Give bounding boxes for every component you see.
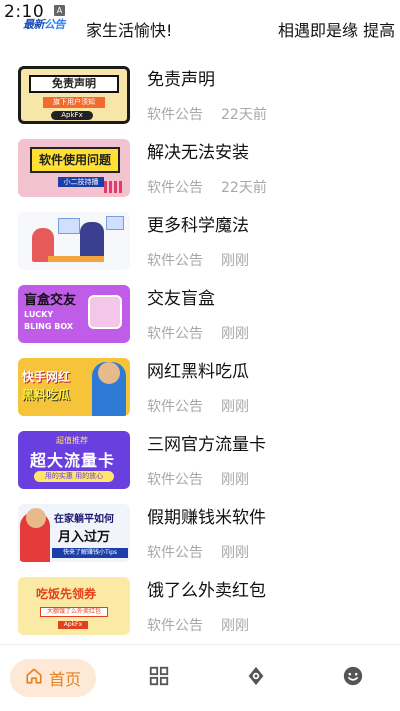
- list-item[interactable]: 盲盒交友 LUCKY BLING BOX 交友盲盒 软件公告 刚刚: [0, 279, 400, 349]
- thumb-text: 月入过万: [58, 530, 111, 545]
- thumb-text: ApkFx: [58, 621, 88, 629]
- article-category: 软件公告: [147, 253, 203, 269]
- thumb-text: 超值推荐: [56, 436, 88, 445]
- thumb-text: 黑料吃瓜: [22, 388, 71, 402]
- thumb-text: LUCKY: [24, 310, 54, 319]
- article-category: 软件公告: [147, 107, 203, 123]
- thumb-text: 快手网红: [22, 370, 71, 384]
- article-meta: 软件公告 刚刚: [147, 542, 249, 562]
- article-meta: 软件公告 刚刚: [147, 396, 249, 416]
- thumb-text: BLING BOX: [24, 322, 73, 331]
- person-illustration: [26, 508, 46, 528]
- thumb-illustration: [58, 218, 80, 234]
- list-item[interactable]: 免责声明 旗下用户须知 ApkFx 免责声明 软件公告 22天前: [0, 60, 400, 130]
- article-meta: 软件公告 刚刚: [147, 469, 249, 489]
- article-title: 免责声明: [147, 70, 215, 90]
- nav-explore[interactable]: [237, 659, 275, 697]
- thumb-text: 用的实惠 用的放心: [34, 471, 114, 482]
- thumb-text: 旗下用户须知: [43, 97, 105, 108]
- thumb-text: 超大流量卡: [30, 451, 116, 470]
- explore-icon: [245, 665, 267, 691]
- list-item[interactable]: 更多科学魔法 软件公告 刚刚: [0, 206, 400, 276]
- article-title: 三网官方流量卡: [147, 435, 266, 455]
- article-time: 刚刚: [221, 618, 249, 634]
- article-time: 刚刚: [221, 253, 249, 269]
- thumb-text: 快来了解赚钱小Tips: [52, 548, 128, 558]
- article-thumbnail: 在家躺平如何 月入过万 快来了解赚钱小Tips: [18, 504, 130, 562]
- nav-mine[interactable]: [334, 659, 372, 697]
- article-category: 软件公告: [147, 326, 203, 342]
- marquee-text-left[interactable]: 家生活愉快!: [86, 17, 172, 41]
- list-item[interactable]: 软件使用问题 小二技持播 解决无法安装 软件公告 22天前: [0, 133, 400, 203]
- nav-home-label: 首页: [48, 670, 81, 689]
- nav-category[interactable]: [140, 659, 178, 697]
- article-thumbnail: 快手网红 黑料吃瓜: [18, 358, 130, 416]
- person-illustration: [98, 362, 120, 384]
- article-category: 软件公告: [147, 545, 203, 561]
- thumb-illustration: [48, 256, 104, 262]
- grid-icon: [148, 665, 170, 691]
- article-title: 交友盲盒: [147, 289, 215, 309]
- article-time: 刚刚: [221, 326, 249, 342]
- article-meta: 软件公告 刚刚: [147, 323, 249, 343]
- thumb-text: 大额饿了么外卖红包: [40, 607, 108, 617]
- thumb-text: 吃饭先领券: [36, 587, 97, 601]
- bottom-nav: 首页: [0, 644, 400, 711]
- article-thumbnail: 免责声明 旗下用户须知 ApkFx: [18, 66, 130, 124]
- thumb-text: 免责声明: [29, 75, 119, 93]
- article-meta: 软件公告 22天前: [147, 177, 267, 197]
- top-bar: 2:10 最新公告 A 家生活愉快! 相遇即是缘 提高: [0, 0, 400, 44]
- article-thumbnail: 盲盒交友 LUCKY BLING BOX: [18, 285, 130, 343]
- notice-badge: A: [54, 5, 65, 16]
- article-time: 刚刚: [221, 472, 249, 488]
- article-category: 软件公告: [147, 180, 203, 196]
- home-icon: [25, 667, 43, 689]
- article-title: 网红黑料吃瓜: [147, 362, 249, 382]
- face-icon: [342, 665, 364, 691]
- thumb-text: ApkFx: [51, 111, 93, 120]
- list-item[interactable]: 超值推荐 超大流量卡 用的实惠 用的放心 三网官方流量卡 软件公告 刚刚: [0, 425, 400, 495]
- list-item[interactable]: 吃饭先领券 大额饿了么外卖红包 ApkFx 饿了么外卖红包 软件公告 刚刚: [0, 571, 400, 641]
- article-thumbnail: [18, 212, 130, 270]
- article-category: 软件公告: [147, 618, 203, 634]
- article-thumbnail: 软件使用问题 小二技持播: [18, 139, 130, 197]
- article-time: 刚刚: [221, 545, 249, 561]
- article-title: 更多科学魔法: [147, 216, 249, 236]
- article-time: 刚刚: [221, 399, 249, 415]
- list-item[interactable]: 快手网红 黑料吃瓜 网红黑料吃瓜 软件公告 刚刚: [0, 352, 400, 422]
- marquee-text-right[interactable]: 相遇即是缘 提高: [278, 17, 395, 41]
- notice-logo: 最新公告: [23, 16, 66, 32]
- article-title: 解决无法安装: [147, 143, 249, 163]
- article-category: 软件公告: [147, 472, 203, 488]
- article-thumbnail: 超值推荐 超大流量卡 用的实惠 用的放心: [18, 431, 130, 489]
- thumb-decoration: [104, 181, 124, 193]
- article-thumbnail: 吃饭先领券 大额饿了么外卖红包 ApkFx: [18, 577, 130, 635]
- thumb-text: 盲盒交友: [24, 293, 77, 308]
- thumb-text: LUCKY BLING BOX: [24, 309, 73, 333]
- article-category: 软件公告: [147, 399, 203, 415]
- thumb-text: 软件使用问题: [30, 147, 120, 173]
- gift-box-illustration: [88, 295, 122, 329]
- thumb-text: 小二技持播: [58, 177, 104, 187]
- article-meta: 软件公告 刚刚: [147, 615, 249, 635]
- article-meta: 软件公告 刚刚: [147, 250, 249, 270]
- article-time: 22天前: [221, 180, 267, 196]
- list-item[interactable]: 在家躺平如何 月入过万 快来了解赚钱小Tips 假期赚钱米软件 软件公告 刚刚: [0, 498, 400, 568]
- article-title: 饿了么外卖红包: [147, 581, 266, 601]
- article-time: 22天前: [221, 107, 267, 123]
- nav-home[interactable]: 首页: [10, 659, 96, 697]
- article-meta: 软件公告 22天前: [147, 104, 267, 124]
- notice-logo-text-a: 最新: [23, 18, 45, 31]
- notice-logo-text-b: 公告: [44, 18, 66, 31]
- thumb-illustration: [106, 216, 124, 230]
- article-title: 假期赚钱米软件: [147, 508, 266, 528]
- thumb-text: 在家躺平如何: [54, 514, 114, 525]
